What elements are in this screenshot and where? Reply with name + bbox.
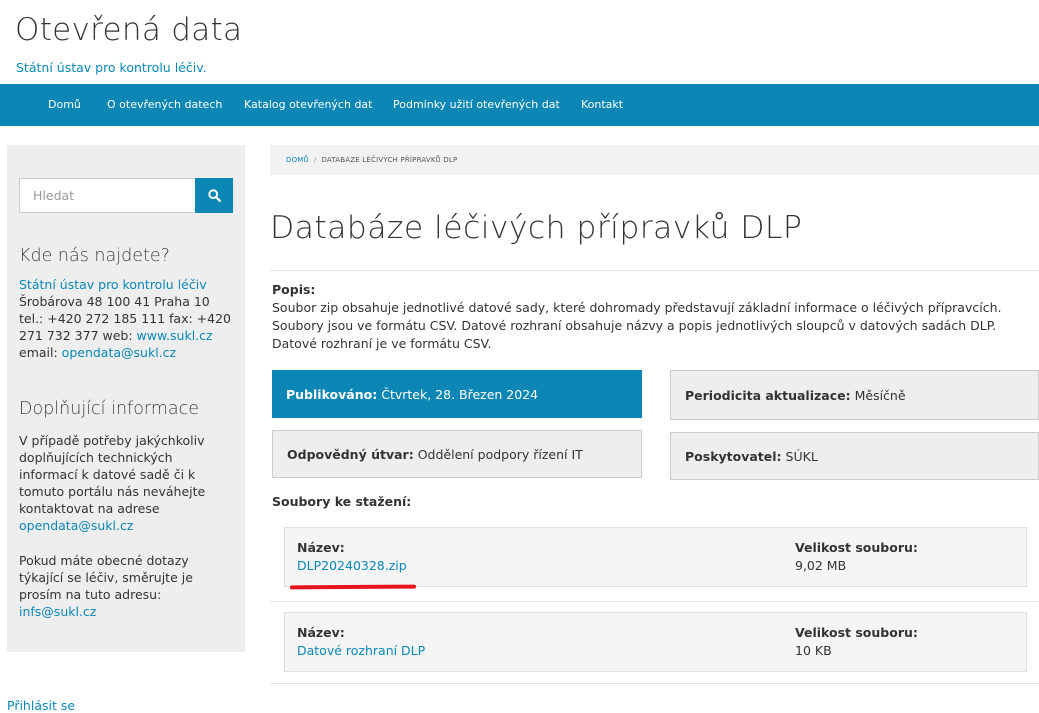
file-name-label: Název: bbox=[297, 540, 345, 555]
file-size-label: Velikost souboru: bbox=[795, 540, 918, 555]
department-box: Odpovědný útvar: Oddělení podpory řízení … bbox=[272, 430, 642, 478]
info-text-1: V případě potřeby jakýchkoliv doplňující… bbox=[19, 432, 233, 534]
breadcrumb-current: DATABÁZE LÉČIVÝCH PŘÍPRAVKŮ DLP bbox=[321, 156, 458, 164]
page-title: Databáze léčivých přípravků DLP bbox=[270, 210, 803, 246]
breadcrumb-home[interactable]: DOMŮ bbox=[286, 156, 309, 164]
contact-email-prefix: email: bbox=[19, 345, 62, 360]
site-subtitle[interactable]: Státní ústav pro kontrolu léčiv. bbox=[16, 60, 207, 75]
published-label: Publikováno: bbox=[286, 386, 378, 402]
file-size-label: Velikost souboru: bbox=[795, 625, 918, 640]
contact-org-link[interactable]: Státní ústav pro kontrolu léčiv bbox=[19, 277, 207, 292]
site-title: Otevřená data bbox=[15, 12, 243, 48]
published-value: Čtvrtek, 28. Březen 2024 bbox=[381, 386, 539, 402]
main-navbar: Domů O otevřených datech Katalog otevřen… bbox=[0, 84, 1039, 126]
provider-label: Poskytovatel: bbox=[685, 448, 782, 464]
search-input[interactable] bbox=[20, 179, 196, 212]
breadcrumb-separator: / bbox=[313, 156, 317, 164]
nav-item-terms[interactable]: Podmínky užití otevřených dat bbox=[393, 84, 560, 126]
info-paragraph-2: Pokud máte obecné dotazy týkající se léč… bbox=[19, 553, 193, 602]
contact-heading: Kde nás najdete? bbox=[19, 246, 170, 266]
description-line-1: Soubor zip obsahuje jednotlivé datové sa… bbox=[272, 300, 1002, 315]
breadcrumb: DOMŮ / DATABÁZE LÉČIVÝCH PŘÍPRAVKŮ DLP bbox=[270, 145, 1039, 175]
department-label: Odpovědný útvar: bbox=[287, 446, 414, 462]
search-button[interactable] bbox=[195, 178, 233, 213]
periodicity-label: Periodicita aktualizace: bbox=[685, 387, 851, 403]
info-email-link-2[interactable]: infs@sukl.cz bbox=[19, 604, 96, 619]
contact-phone: tel.: +420 272 185 111 fax: +420 bbox=[19, 311, 231, 326]
provider-value: SÚKL bbox=[785, 448, 818, 464]
highlight-underline bbox=[289, 584, 417, 590]
info-paragraph-1: V případě potřeby jakýchkoliv doplňující… bbox=[19, 433, 206, 516]
files-label: Soubory ke stažení: bbox=[272, 494, 412, 509]
description-label: Popis: bbox=[272, 282, 316, 297]
provider-box: Poskytovatel: SÚKL bbox=[670, 432, 1039, 480]
title-divider bbox=[270, 270, 1039, 271]
description-line-2: Soubory jsou ve formátu CSV. Datové rozh… bbox=[272, 318, 997, 333]
contact-web-link[interactable]: www.sukl.cz bbox=[137, 328, 213, 343]
file-name-label: Název: bbox=[297, 625, 345, 640]
file-size: 10 KB bbox=[795, 643, 832, 658]
contact-address: Šrobárova 48 100 41 Praha 10 bbox=[19, 294, 210, 309]
contact-info: Státní ústav pro kontrolu léčiv Šrobárov… bbox=[19, 276, 237, 361]
login-link[interactable]: Přihlásit se bbox=[7, 698, 75, 713]
info-text-2: Pokud máte obecné dotazy týkající se léč… bbox=[19, 552, 219, 620]
file-download-link[interactable]: Datové rozhraní DLP bbox=[297, 643, 425, 658]
file-download-link[interactable]: DLP20240328.zip bbox=[297, 558, 407, 573]
search-icon bbox=[207, 189, 221, 202]
file-divider bbox=[270, 683, 1039, 684]
description-line-3: Datové rozhraní je ve formátu CSV. bbox=[272, 336, 492, 351]
contact-email-link[interactable]: opendata@sukl.cz bbox=[62, 345, 176, 360]
sidebar: Kde nás najdete? Státní ústav pro kontro… bbox=[7, 145, 245, 652]
search-form bbox=[19, 178, 233, 213]
description-text: Soubor zip obsahuje jednotlivé datové sa… bbox=[272, 299, 1037, 353]
published-box: Publikováno: Čtvrtek, 28. Březen 2024 bbox=[272, 370, 642, 418]
periodicity-box: Periodicita aktualizace: Měsíčně bbox=[670, 370, 1039, 420]
file-size: 9,02 MB bbox=[795, 558, 847, 573]
nav-item-catalog[interactable]: Katalog otevřených dat bbox=[244, 84, 372, 126]
file-divider bbox=[270, 601, 1039, 602]
nav-item-contact[interactable]: Kontakt bbox=[581, 84, 623, 126]
department-value: Oddělení podpory řízení IT bbox=[417, 446, 583, 462]
periodicity-value: Měsíčně bbox=[854, 387, 906, 403]
nav-item-about[interactable]: O otevřených datech bbox=[107, 84, 222, 126]
file-card: Název: DLP20240328.zip Velikost souboru:… bbox=[284, 527, 1027, 587]
contact-fax-web: 271 732 377 web: bbox=[19, 328, 137, 343]
info-heading: Doplňující informace bbox=[19, 399, 199, 419]
file-card: Název: Datové rozhraní DLP Velikost soub… bbox=[284, 612, 1027, 672]
info-email-link-1[interactable]: opendata@sukl.cz bbox=[19, 518, 133, 533]
nav-item-home[interactable]: Domů bbox=[48, 84, 81, 126]
